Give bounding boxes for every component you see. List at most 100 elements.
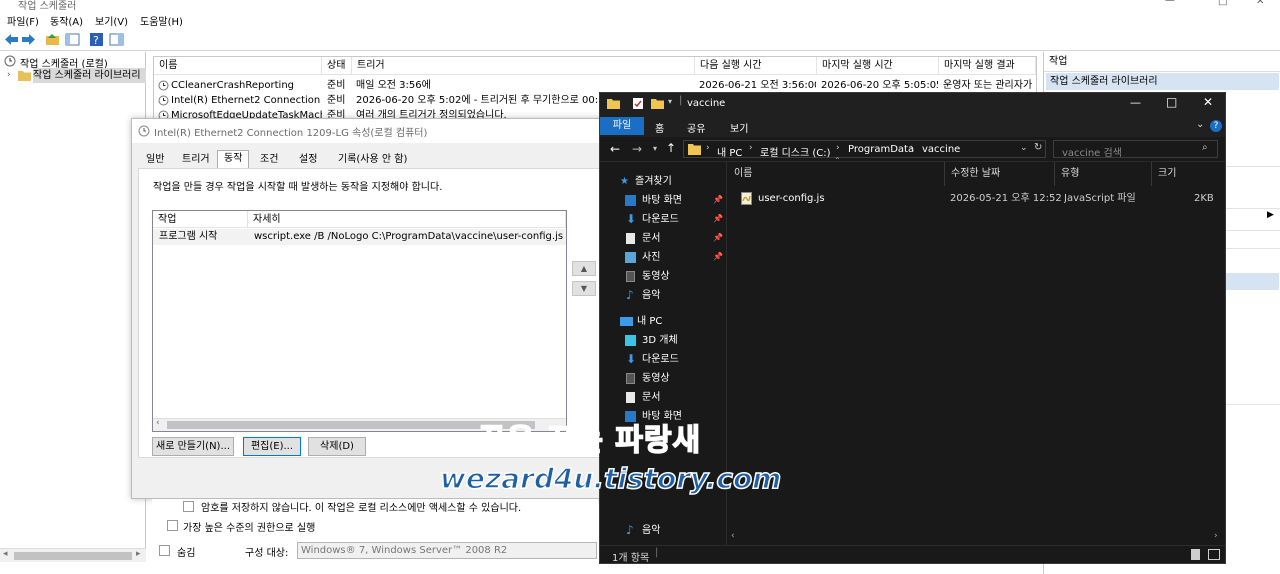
close-icon[interactable]: ✕: [1203, 95, 1213, 109]
nav-item-pc-videos[interactable]: 동영상: [625, 370, 725, 387]
tree-item-library[interactable]: 작업 스케줄러 라이브러리: [33, 68, 146, 83]
action-pane-icon[interactable]: [109, 32, 124, 47]
col-last-result[interactable]: 마지막 실행 결과: [939, 57, 1036, 75]
minimize-icon[interactable]: —: [1130, 96, 1141, 109]
menu-action[interactable]: 동작(A): [50, 13, 83, 28]
search-input[interactable]: vaccine 검색 ⌕: [1053, 140, 1218, 159]
new-folder-icon[interactable]: [651, 97, 664, 110]
up-icon[interactable]: ↑: [666, 141, 676, 155]
table-row[interactable]: user-config.js 2026-05-21 오후 12:52 JavaS…: [728, 190, 1225, 207]
new-action-button[interactable]: 새로 만들기(N)...: [152, 437, 234, 456]
back-icon[interactable]: [4, 32, 19, 47]
breadcrumb-local-disk[interactable]: 로컬 디스크 (C:): [760, 144, 831, 159]
tab-actions[interactable]: 동작: [217, 150, 250, 169]
download-icon: ⬇: [626, 212, 637, 226]
file-list-scrollbar[interactable]: ‹ ›: [728, 531, 1225, 545]
scroll-left-icon[interactable]: ‹: [731, 531, 735, 541]
back-icon[interactable]: ←: [610, 142, 620, 156]
col-next-run[interactable]: 다음 실행 시간: [695, 57, 817, 75]
actions-pane-selected[interactable]: 작업 스케줄러 라이브러리: [1046, 73, 1279, 90]
col-size[interactable]: 크기: [1152, 162, 1225, 186]
scroll-right-icon[interactable]: ▸: [136, 549, 141, 559]
ribbon-tab-home[interactable]: 홈: [655, 120, 664, 135]
col-details[interactable]: 자세히: [248, 211, 566, 228]
ribbon-tab-share[interactable]: 공유: [687, 120, 705, 135]
scroll-left-icon[interactable]: ◂: [3, 549, 8, 559]
details-view-icon[interactable]: [1191, 549, 1200, 560]
scroll-thumb[interactable]: [14, 552, 132, 560]
delete-action-button[interactable]: 삭제(D): [308, 437, 366, 456]
recent-locations-icon[interactable]: ▾: [653, 144, 657, 153]
help-icon[interactable]: ?: [89, 32, 104, 47]
nav-quick-access[interactable]: ★ 즐겨찾기: [620, 173, 725, 190]
tab-general[interactable]: 일반: [140, 152, 170, 168]
properties-icon[interactable]: [632, 97, 644, 110]
large-icons-view-icon[interactable]: [1208, 549, 1220, 560]
nav-item-documents[interactable]: 문서: [625, 230, 725, 247]
tab-conditions[interactable]: 조건: [254, 152, 284, 168]
nav-item-pictures[interactable]: 사진: [625, 249, 725, 266]
col-action[interactable]: 작업: [153, 211, 248, 228]
tab-history[interactable]: 기록(사용 안 함): [332, 152, 413, 168]
configure-for-select[interactable]: Windows® 7, Windows Server™ 2008 R2: [297, 542, 597, 559]
highest-privileges-checkbox[interactable]: [167, 520, 178, 531]
refresh-icon[interactable]: ↻: [1034, 142, 1042, 153]
scroll-left-icon[interactable]: ‹: [156, 418, 160, 428]
tab-settings[interactable]: 설정: [293, 152, 323, 168]
no-password-checkbox[interactable]: [183, 501, 194, 512]
nav-item-pc-documents[interactable]: 문서: [625, 389, 725, 406]
col-trigger[interactable]: 트리거: [352, 57, 695, 75]
ribbon-expand-icon[interactable]: ⌄: [1196, 119, 1204, 130]
console-tree-icon[interactable]: [65, 32, 80, 47]
quick-access-dropdown-icon[interactable]: ▾: [668, 97, 672, 106]
breadcrumb-programdata[interactable]: ProgramData: [848, 144, 914, 155]
hidden-checkbox[interactable]: [159, 545, 170, 556]
move-up-button[interactable]: ▲: [572, 261, 596, 276]
nav-item-pc-music[interactable]: ♪ 음악: [625, 522, 725, 539]
tree-horizontal-scrollbar[interactable]: ◂ ▸: [0, 548, 146, 562]
address-bar[interactable]: › 내 PC › 로컬 디스크 (C:) › ProgramData › vac…: [683, 140, 1046, 159]
submenu-arrow-icon[interactable]: ▶: [1267, 210, 1274, 220]
table-row[interactable]: CCleanerCrashReporting 준비 매일 오전 3:56에 20…: [154, 78, 1036, 93]
forward-icon[interactable]: [21, 32, 36, 47]
action-table-header: 작업 자세히: [153, 211, 566, 228]
tab-triggers[interactable]: 트리거: [176, 152, 216, 168]
nav-item-music[interactable]: ♪ 음악: [625, 287, 725, 304]
search-icon[interactable]: ⌕: [1202, 142, 1208, 153]
move-down-button[interactable]: ▼: [572, 281, 596, 296]
col-type[interactable]: 유형: [1055, 162, 1152, 186]
scheduler-menubar: 파일(F) 동작(A) 보기(V) 도움말(H): [0, 10, 1280, 29]
nav-item-3d-objects[interactable]: 3D 개체: [625, 332, 725, 349]
col-name[interactable]: 이름: [154, 57, 322, 75]
col-file-name[interactable]: 이름: [728, 162, 945, 186]
address-dropdown-icon[interactable]: ⌄: [1020, 143, 1028, 153]
menu-view[interactable]: 보기(V): [95, 13, 128, 28]
forward-icon[interactable]: →: [632, 142, 642, 156]
chevron-right-icon[interactable]: ›: [7, 70, 11, 80]
menu-file[interactable]: 파일(F): [7, 13, 39, 28]
col-status[interactable]: 상태: [322, 57, 352, 75]
ribbon-tab-view[interactable]: 보기: [730, 120, 748, 135]
ribbon-tab-file[interactable]: 파일: [600, 117, 644, 135]
nav-item-downloads[interactable]: ⬇ 다운로드: [625, 211, 725, 228]
close-icon[interactable]: ✕: [1256, 0, 1264, 7]
help-icon[interactable]: ?: [1210, 120, 1222, 132]
task-last-result: 운영자 또는 관리자가: [943, 80, 1033, 91]
nav-item-desktop[interactable]: 바탕 화면: [625, 192, 725, 209]
col-last-run[interactable]: 마지막 실행 시간: [817, 57, 939, 75]
scroll-right-icon[interactable]: ›: [1214, 531, 1218, 541]
folder-up-icon[interactable]: [45, 32, 60, 47]
nav-item-videos[interactable]: 동영상: [625, 268, 725, 285]
table-row[interactable]: 프로그램 시작 wscript.exe /B /NoLogo C:\Progra…: [153, 229, 566, 245]
nav-this-pc[interactable]: 내 PC: [620, 313, 725, 330]
breadcrumb-this-pc[interactable]: 내 PC: [717, 144, 742, 159]
task-name: CCleanerCrashReporting: [171, 80, 295, 91]
maximize-icon[interactable]: □: [1218, 0, 1227, 7]
breadcrumb-vaccine[interactable]: vaccine: [922, 144, 960, 155]
col-modified[interactable]: 수정한 날짜: [945, 162, 1055, 186]
menu-help[interactable]: 도움말(H): [140, 13, 183, 28]
nav-item-pc-downloads[interactable]: ⬇ 다운로드: [625, 351, 725, 368]
minimize-icon[interactable]: —: [1165, 0, 1175, 6]
edit-action-button[interactable]: 편집(E)...: [243, 437, 301, 456]
maximize-icon[interactable]: □: [1166, 95, 1177, 109]
